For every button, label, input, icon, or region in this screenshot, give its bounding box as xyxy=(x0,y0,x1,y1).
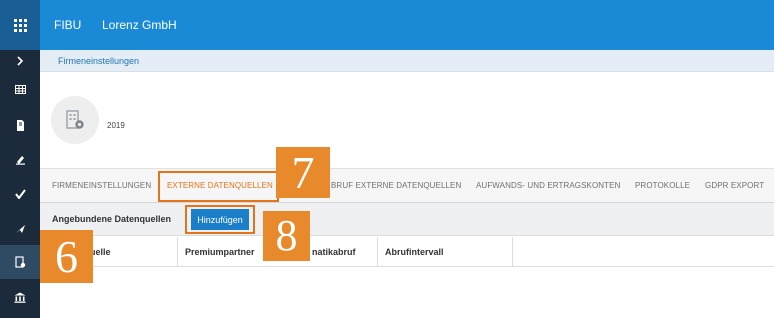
building-settings-icon xyxy=(66,110,84,129)
bank-icon xyxy=(14,292,26,303)
tab-firmeneinstellungen[interactable]: FIRMENEINSTELLUNGEN xyxy=(52,181,151,190)
tab-protokolle[interactable]: PROTOKOLLE xyxy=(635,181,690,190)
app-frame: FIBU Lorenz GmbH Firmeneinstellungen 201… xyxy=(0,0,774,318)
sidebar-item-edit[interactable] xyxy=(0,142,40,176)
column-divider xyxy=(177,237,178,267)
table-icon xyxy=(14,84,26,94)
sidebar xyxy=(0,50,40,318)
breadcrumb: Firmeneinstellungen xyxy=(40,50,774,72)
sidebar-item-bank[interactable] xyxy=(0,280,40,314)
sidebar-item-company-settings[interactable] xyxy=(0,245,40,279)
fiscal-year: 2019 xyxy=(107,121,125,130)
app-launcher-button[interactable] xyxy=(0,0,40,50)
step-8-callout: 8 xyxy=(263,211,310,261)
building-settings-icon xyxy=(14,256,25,268)
tab-abruf-externe-datenquellen[interactable]: BRUF EXTERNE DATENQUELLEN xyxy=(331,181,461,190)
tab-highlight-box xyxy=(158,171,279,202)
sidebar-item-check[interactable] xyxy=(0,177,40,211)
apps-grid-icon xyxy=(13,18,27,32)
company-label[interactable]: Lorenz GmbH xyxy=(102,18,177,32)
chevron-right-icon xyxy=(17,56,24,66)
tab-bar: FIRMENEINSTELLUNGEN EXTERNE DATENQUELLEN… xyxy=(40,168,774,203)
top-bar: FIBU Lorenz GmbH xyxy=(0,0,774,50)
column-header-automatikabruf[interactable]: natikabruf xyxy=(312,247,356,257)
step-7-callout: 7 xyxy=(276,147,330,198)
sidebar-item-send[interactable] xyxy=(0,212,40,246)
sidebar-item-table[interactable] xyxy=(0,72,40,106)
sidebar-item-document[interactable] xyxy=(0,108,40,142)
column-header-premiumpartner[interactable]: Premiumpartner xyxy=(185,247,255,257)
send-icon xyxy=(15,225,25,233)
column-header-abrufintervall[interactable]: Abrufintervall xyxy=(385,247,444,257)
brand-label[interactable]: FIBU xyxy=(54,18,81,32)
column-divider xyxy=(512,237,513,267)
checkmark-icon xyxy=(14,189,26,199)
button-highlight-box xyxy=(185,205,255,234)
sidebar-expand-button[interactable] xyxy=(0,50,40,72)
document-icon xyxy=(16,119,24,131)
tab-aufwands-und-ertragskonten[interactable]: AUFWANDS- UND ERTRAGSKONTEN xyxy=(476,181,621,190)
column-divider xyxy=(377,237,378,267)
tab-gdpr-export[interactable]: GDPR EXPORT xyxy=(705,181,764,190)
datasource-toolbar: Angebundene Datenquellen xyxy=(40,203,774,236)
company-avatar xyxy=(51,96,99,144)
breadcrumb-link[interactable]: Firmeneinstellungen xyxy=(58,56,139,66)
section-label: Angebundene Datenquellen xyxy=(52,214,172,224)
edit-icon xyxy=(15,155,25,165)
step-6-callout: 6 xyxy=(40,230,93,283)
column-header-datenquelle[interactable]: uelle xyxy=(90,247,111,257)
